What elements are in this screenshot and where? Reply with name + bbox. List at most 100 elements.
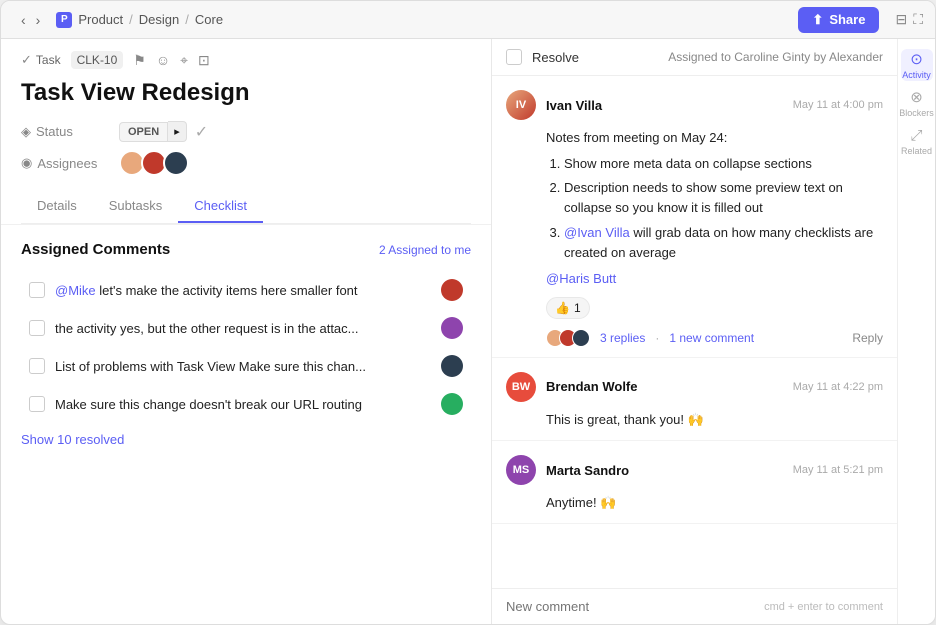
task-meta: ✓ Task CLK-10 ⚑ ☺ ⌖ ⊡ [21, 51, 471, 69]
comments-list: IV Ivan Villa May 11 at 4:00 pm Notes fr… [492, 76, 897, 588]
comment-body-marta: Anytime! 🙌 [546, 493, 883, 513]
task-fields: ◈ Status OPEN ▸ ✓ ◉ Assignees [21, 121, 471, 176]
comment-top-ivan: IV Ivan Villa May 11 at 4:00 pm [506, 90, 883, 120]
section-header: Assigned Comments 2 Assigned to me [21, 241, 471, 258]
check-box-2[interactable] [29, 320, 45, 336]
checklist-item: @Mike let's make the activity items here… [21, 272, 471, 308]
comment-body-brendan: This is great, thank you! 🙌 [546, 410, 883, 430]
dot-sep: · [655, 331, 659, 345]
comment-text-brendan: This is great, thank you! 🙌 [546, 410, 883, 430]
new-comment-badge[interactable]: 1 new comment [669, 331, 754, 345]
reply-button[interactable]: Reply [852, 331, 883, 345]
sidebar-icon-activity[interactable]: ⊙ Activity [901, 49, 933, 81]
checklist-avatar-4 [441, 393, 463, 415]
checklist-items: @Mike let's make the activity items here… [21, 272, 471, 422]
tab-details[interactable]: Details [21, 190, 93, 223]
status-icon: ◈ [21, 124, 31, 140]
right-panel: Resolve Assigned to Caroline Ginty by Al… [492, 39, 897, 624]
resolve-bar: Resolve Assigned to Caroline Ginty by Al… [492, 39, 897, 76]
status-field-label: ◈ Status [21, 124, 111, 140]
comment-panel: Resolve Assigned to Caroline Ginty by Al… [492, 39, 897, 624]
checklist-avatar-3 [441, 355, 463, 377]
section-title: Assigned Comments [21, 241, 170, 258]
nav-forward-button[interactable]: › [32, 10, 45, 30]
replies-text[interactable]: 3 replies [600, 331, 645, 345]
status-field: ◈ Status OPEN ▸ ✓ [21, 121, 471, 142]
task-title: Task View Redesign [21, 79, 471, 107]
app-icon: P [56, 12, 72, 28]
comment-block-ivan: IV Ivan Villa May 11 at 4:00 pm Notes fr… [492, 76, 897, 358]
flag-icon[interactable]: ⚑ [133, 52, 146, 69]
assigned-badge[interactable]: 2 Assigned to me [379, 243, 471, 257]
reply-avatars [546, 329, 590, 347]
reaction-count: 1 [574, 301, 581, 315]
check-box-1[interactable] [29, 282, 45, 298]
related-label: Related [901, 146, 932, 156]
reaction-thumbsup[interactable]: 👍 1 [546, 297, 590, 319]
tab-subtasks[interactable]: Subtasks [93, 190, 178, 223]
checklist-item: Make sure this change doesn't break our … [21, 386, 471, 422]
assignees-list [119, 150, 189, 176]
sidebar-icon-blockers[interactable]: ⊗ Blockers [901, 87, 933, 119]
comment-reactions: 👍 1 [546, 297, 883, 319]
breadcrumb-core[interactable]: Core [195, 12, 223, 27]
comment-author-marta: Marta Sandro [546, 463, 629, 478]
new-comment-bar: cmd + enter to comment [492, 588, 897, 624]
comment-preamble: Notes from meeting on May 24: [546, 128, 883, 148]
breadcrumb-design[interactable]: Design [139, 12, 179, 27]
comment-time-brendan: May 11 at 4:22 pm [793, 381, 883, 393]
status-open-label[interactable]: OPEN [119, 122, 168, 142]
list-item-2: Description needs to show some preview t… [564, 178, 883, 218]
breadcrumb-product[interactable]: Product [78, 12, 123, 27]
resolve-checkbox[interactable] [506, 49, 522, 65]
related-icon: ⤢ [910, 127, 922, 144]
checklist-avatar-1 [441, 279, 463, 301]
status-arrow[interactable]: ▸ [168, 121, 187, 142]
show-resolved-link[interactable]: Show 10 resolved [21, 432, 124, 447]
share-label: Share [829, 12, 865, 27]
avatar-ivan: IV [506, 90, 536, 120]
status-badge: OPEN ▸ ✓ [119, 121, 208, 142]
comment-body-ivan: Notes from meeting on May 24: Show more … [546, 128, 883, 289]
comment-text-marta: Anytime! 🙌 [546, 493, 883, 513]
tab-checklist[interactable]: Checklist [178, 190, 263, 223]
check-box-3[interactable] [29, 358, 45, 374]
title-bar: ‹ › P Product / Design / Core ⬆ Share ⊟ … [1, 1, 935, 39]
new-comment-input[interactable] [506, 599, 764, 614]
list-item-1: Show more meta data on collapse sections [564, 154, 883, 174]
comment-footer-ivan: 3 replies · 1 new comment Reply [546, 329, 883, 347]
nav-back-button[interactable]: ‹ [17, 10, 30, 30]
checklist-avatar-2 [441, 317, 463, 339]
image-icon[interactable]: ⊡ [198, 52, 210, 69]
share-button[interactable]: ⬆ Share [798, 7, 879, 33]
avatar-marta: MS [506, 455, 536, 485]
mention-mike: @Mike [55, 283, 96, 298]
avatar-3[interactable] [163, 150, 189, 176]
tag-icon[interactable]: ⌖ [180, 52, 188, 69]
minimize-button[interactable]: ⊟ [895, 11, 907, 28]
activity-label: Activity [902, 70, 931, 80]
activity-sidebar: ⊙ Activity ⊗ Blockers ⤢ Related [897, 39, 935, 624]
footer-mention[interactable]: @Haris Butt [546, 271, 616, 286]
sidebar-icon-related[interactable]: ⤢ Related [901, 125, 933, 157]
task-id: CLK-10 [71, 51, 124, 69]
emoji-icon[interactable]: ☺ [156, 52, 170, 68]
left-panel: ✓ Task CLK-10 ⚑ ☺ ⌖ ⊡ Task View Redesign… [1, 39, 492, 624]
mention-ivan[interactable]: @Ivan Villa [564, 225, 630, 240]
status-check[interactable]: ✓ [195, 122, 208, 142]
main-content: ✓ Task CLK-10 ⚑ ☺ ⌖ ⊡ Task View Redesign… [1, 39, 935, 624]
new-comment-hint: cmd + enter to comment [764, 601, 883, 613]
fullscreen-button[interactable]: ⛶ [913, 11, 923, 28]
checklist-text-1: @Mike let's make the activity items here… [55, 283, 431, 298]
checklist-item: List of problems with Task View Make sur… [21, 348, 471, 384]
comment-time-ivan: May 11 at 4:00 pm [793, 99, 883, 111]
comment-top-marta: MS Marta Sandro May 11 at 5:21 pm [506, 455, 883, 485]
blockers-label: Blockers [899, 108, 934, 118]
assignees-field-label: ◉ Assignees [21, 155, 111, 171]
reply-avatar-3 [572, 329, 590, 347]
window-controls: ⊟ ⛶ [895, 11, 923, 28]
task-body: Assigned Comments 2 Assigned to me @Mike… [1, 225, 491, 624]
task-type-label: Task [36, 53, 61, 67]
check-box-4[interactable] [29, 396, 45, 412]
resolve-label: Resolve [532, 50, 579, 65]
